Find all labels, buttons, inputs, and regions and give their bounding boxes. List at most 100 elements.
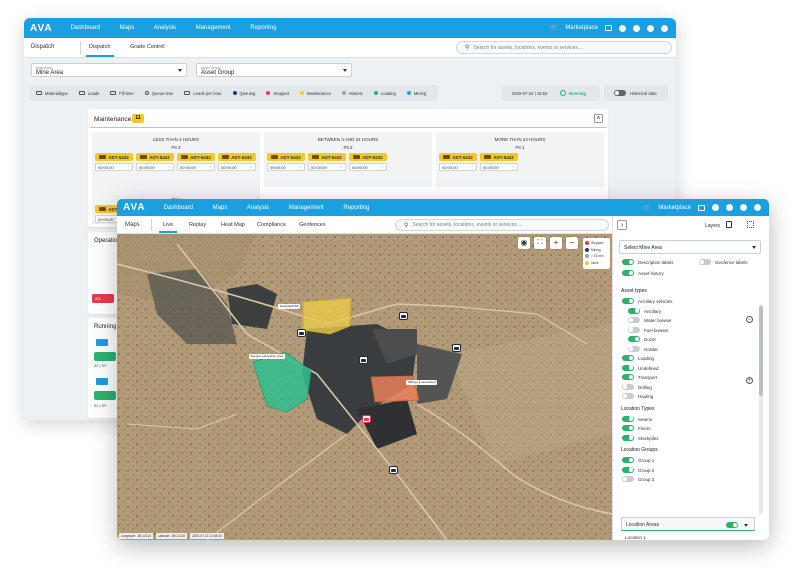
nav-maps[interactable]: Maps <box>213 205 228 211</box>
asset-group-select[interactable]: Asset Group Asset Group <box>196 63 352 77</box>
gear-icon[interactable] <box>726 204 733 211</box>
help-icon[interactable] <box>712 204 719 211</box>
location-group-toggle[interactable] <box>622 457 634 463</box>
legend-loads[interactable]: Loads <box>78 91 99 96</box>
map-canvas[interactable] <box>117 234 612 540</box>
layers-book-icon[interactable] <box>726 221 732 228</box>
fullscreen-icon[interactable]: ⛶ <box>534 237 546 249</box>
location-group-toggle[interactable] <box>622 466 634 473</box>
nav-management[interactable]: Management <box>196 25 231 31</box>
legend-materialtype[interactable]: Materialtype <box>36 91 68 96</box>
asset-type-toggle[interactable] <box>628 307 640 314</box>
asset-type-toggle[interactable] <box>628 345 640 352</box>
help-icon[interactable] <box>619 24 626 32</box>
locate-icon[interactable]: ◉ <box>518 237 530 249</box>
truck-badge[interactable]: ADT-5432 <box>177 153 215 161</box>
more-options-icon[interactable]: ⋮ <box>339 164 343 171</box>
historical-data-toggle[interactable]: Historical data <box>604 85 668 101</box>
asset-type-toggle[interactable] <box>622 364 634 371</box>
legend-fill-time[interactable]: Fill time <box>110 91 134 96</box>
nav-reporting[interactable]: Reporting <box>250 25 276 31</box>
zoom-out-button[interactable]: − <box>566 237 578 249</box>
nav-maps[interactable]: Maps <box>120 25 135 31</box>
legend-queuing[interactable]: Queuing <box>232 91 255 96</box>
collapse-panel-chevron-icon[interactable]: › <box>617 220 627 230</box>
cart-icon[interactable]: 🛒 <box>643 204 652 212</box>
location-type-toggle[interactable] <box>622 425 634 431</box>
asset-type-toggle[interactable] <box>622 374 634 380</box>
more-options-icon[interactable]: ⋮ <box>126 164 130 171</box>
mine-area-select[interactable]: Select Mine Area <box>619 240 761 254</box>
tab-replay[interactable]: Replay <box>189 222 206 228</box>
marketplace-link[interactable]: Marketplace <box>565 25 598 31</box>
mine-area-select[interactable]: Mine Area Mine Area <box>31 63 187 77</box>
location-areas-toggle[interactable] <box>726 522 738 528</box>
nav-analysis[interactable]: Analysis <box>154 25 176 31</box>
cart-icon[interactable]: 🛒 <box>550 24 559 32</box>
tab-geofences[interactable]: Geofences <box>299 222 326 228</box>
tab-heat-map[interactable]: Heat Map <box>221 222 245 228</box>
expand-circle-icon[interactable]: + <box>746 377 753 384</box>
truck-badge[interactable]: ADT-5432 <box>308 153 346 161</box>
tab-compliance[interactable]: Compliance <box>257 222 286 228</box>
asset-type-toggle[interactable] <box>622 383 634 390</box>
geofence-labels-toggle[interactable] <box>699 259 711 265</box>
location-type-toggle[interactable] <box>622 434 634 441</box>
asset-type-toggle[interactable] <box>628 336 640 342</box>
ava-logo[interactable]: AVA <box>123 202 146 213</box>
bell-icon[interactable] <box>661 24 668 32</box>
truck-badge[interactable]: ADT-5432 <box>480 153 518 161</box>
geofence-yellow[interactable] <box>302 297 352 335</box>
truck-badge[interactable]: ADT-5432 <box>267 153 305 161</box>
asset-type-toggle[interactable] <box>622 393 634 399</box>
nav-reporting[interactable]: Reporting <box>343 205 369 211</box>
nav-dashboard[interactable]: Dashboard <box>164 205 193 211</box>
more-options-icon[interactable]: ⋮ <box>380 164 384 171</box>
legend-mining[interactable]: Mining <box>406 91 426 96</box>
ava-logo[interactable]: AVA <box>30 23 53 34</box>
bell-icon[interactable] <box>754 204 761 211</box>
asset-type-toggle[interactable] <box>622 355 634 361</box>
nav-dashboard[interactable]: Dashboard <box>71 25 100 31</box>
description-labels-toggle[interactable] <box>622 259 634 265</box>
list-icon[interactable] <box>605 25 612 31</box>
satellite-map[interactable]: Stockpile/DSP Support Laboratory Area Ta… <box>117 234 612 540</box>
truck-badge[interactable]: ADT-5432 <box>439 153 477 161</box>
historical-toggle[interactable] <box>614 90 626 96</box>
marketplace-link[interactable]: Marketplace <box>658 205 691 211</box>
legend-historic[interactable]: Historic <box>341 91 363 96</box>
truck-marker-icon[interactable] <box>389 466 398 474</box>
nav-analysis[interactable]: Analysis <box>247 205 269 211</box>
asset-type-toggle[interactable] <box>628 326 640 333</box>
truck-badge[interactable]: ADT-5432 <box>95 153 133 161</box>
asset-history-toggle[interactable] <box>622 270 634 276</box>
more-options-icon[interactable]: ⋮ <box>167 164 171 171</box>
location-type-toggle[interactable] <box>622 415 634 422</box>
truck-marker-icon[interactable] <box>452 344 461 352</box>
tab-grade-control[interactable]: Grade Control <box>130 44 165 50</box>
search-input[interactable]: ⚲ Search for assets, locations, events o… <box>456 41 672 54</box>
legend-loading[interactable]: Loading <box>373 91 396 96</box>
legend-stopped[interactable]: Stopped <box>266 91 289 96</box>
legend-queue-time[interactable]: Queue time <box>144 91 173 96</box>
user-icon[interactable] <box>647 24 654 32</box>
nav-management[interactable]: Management <box>289 205 324 211</box>
truck-marker-icon[interactable] <box>399 312 408 320</box>
location-areas-dropdown[interactable]: Location Areas <box>621 517 755 531</box>
gear-icon[interactable] <box>633 24 640 32</box>
grid-icon[interactable] <box>747 221 754 228</box>
truck-badge[interactable]: ADT-5432 <box>218 153 256 161</box>
legend-maintenance[interactable]: Maintenance <box>299 91 331 96</box>
collapse-circle-icon[interactable]: − <box>746 316 753 323</box>
legend-loads-per-hour[interactable]: Loads per hour <box>184 91 222 96</box>
truck-badge[interactable]: ADT-5432 <box>349 153 387 161</box>
more-options-icon[interactable]: ⋮ <box>249 164 253 171</box>
more-options-icon[interactable]: ⋮ <box>208 164 212 171</box>
more-options-icon[interactable]: ⋮ <box>511 164 515 171</box>
location-area-item[interactable]: Location 1 <box>621 531 755 540</box>
zoom-in-button[interactable]: + <box>550 237 562 249</box>
collapse-chevron-icon[interactable]: ˄ <box>594 114 603 123</box>
user-icon[interactable] <box>740 204 747 211</box>
truck-badge[interactable]: ADT-5432 <box>136 153 174 161</box>
truck-marker-icon[interactable] <box>362 415 371 423</box>
